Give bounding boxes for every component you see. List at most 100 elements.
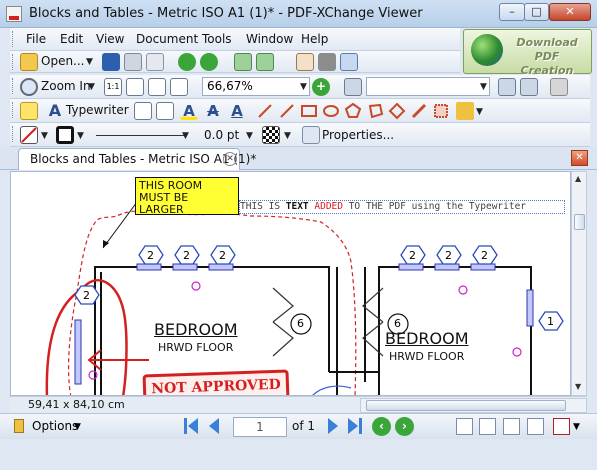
line-width-dropdown-arrow[interactable]: ▼ (246, 131, 253, 141)
search-dropdown-arrow[interactable]: ▼ (480, 82, 487, 92)
fit-width-icon[interactable] (148, 78, 166, 96)
single-page-view-icon[interactable] (456, 418, 473, 435)
print-icon[interactable] (124, 53, 142, 71)
polyline-tool-icon[interactable] (388, 102, 406, 120)
menu-view[interactable]: View (96, 32, 124, 46)
menu-file[interactable]: File (26, 32, 46, 46)
page-number-input[interactable]: 1 (233, 417, 287, 437)
typewriter-part-1: THIS IS (240, 201, 286, 212)
fill-color-dropdown-arrow[interactable]: ▼ (41, 131, 48, 141)
toolbar-grip[interactable] (12, 126, 15, 142)
forward-view-icon[interactable]: › (395, 417, 414, 436)
vertical-scroll-thumb[interactable] (574, 214, 585, 230)
toolbar-grip[interactable] (12, 31, 15, 47)
find-previous-icon[interactable] (498, 78, 516, 96)
toolbar-grip[interactable] (12, 78, 15, 94)
maximize-button[interactable]: □ (524, 3, 549, 21)
stroke-color-icon[interactable] (56, 126, 74, 144)
download-creation-tools-banner[interactable]: Download PDF Creation Tools (463, 29, 592, 91)
zoom-plus-icon[interactable]: + (312, 78, 330, 96)
stamp-tool-icon[interactable] (432, 102, 450, 120)
menu-edit[interactable]: Edit (60, 32, 83, 46)
line-width-value[interactable]: 0.0 pt (204, 128, 239, 142)
zoom-in-button[interactable]: Zoom In (41, 79, 91, 93)
opacity-dropdown-arrow[interactable]: ▼ (284, 131, 291, 141)
fit-visible-icon[interactable] (170, 78, 188, 96)
toolbar-grip[interactable] (12, 54, 15, 70)
close-document-button[interactable]: ✕ (571, 150, 588, 166)
pdf-export-icon[interactable] (553, 418, 570, 435)
tab-close-icon[interactable]: ✕ (223, 152, 237, 166)
zoom-level-combo[interactable]: 66,67% (202, 77, 310, 96)
pencil-tool-icon[interactable] (410, 102, 428, 120)
facing-view-icon[interactable] (503, 418, 520, 435)
highlight-text-icon[interactable]: A (180, 102, 198, 120)
vertical-scrollbar[interactable]: ▲ ▼ (571, 171, 587, 396)
typewriter-annotation[interactable]: THIS IS TEXT ADDED TO THE PDF using the … (239, 200, 565, 214)
menu-window[interactable]: Window (246, 32, 293, 46)
stroke-color-dropdown-arrow[interactable]: ▼ (77, 131, 84, 141)
window-title: Blocks and Tables - Metric ISO A1 (1)* -… (29, 6, 423, 21)
close-window-button[interactable]: ✕ (549, 3, 591, 21)
email-icon[interactable] (146, 53, 164, 71)
scroll-down-arrow-icon[interactable]: ▼ (575, 382, 581, 391)
save-icon[interactable] (102, 53, 120, 71)
zoom-in-dropdown-arrow[interactable]: ▼ (88, 82, 95, 92)
hand-tool-icon[interactable] (296, 53, 314, 71)
search-options-icon[interactable] (550, 78, 568, 96)
arrow-tool-icon[interactable] (256, 102, 274, 120)
find-next-icon[interactable] (520, 78, 538, 96)
rotate-left-icon[interactable] (234, 53, 252, 71)
last-page-icon[interactable] (348, 418, 364, 435)
properties-button[interactable]: Properties... (322, 128, 394, 142)
search-input[interactable] (366, 77, 490, 96)
menu-tools[interactable]: Tools (202, 32, 232, 46)
open-button[interactable]: Open... (41, 54, 85, 68)
horizontal-scrollbar[interactable] (360, 398, 587, 413)
text-box-icon[interactable] (134, 102, 152, 120)
line-style-sample[interactable] (96, 135, 184, 136)
scroll-up-arrow-icon[interactable]: ▲ (575, 174, 581, 183)
line-style-dropdown-arrow[interactable]: ▼ (182, 131, 189, 141)
not-approved-stamp[interactable]: NOT APPROVED (142, 369, 290, 395)
strikeout-text-icon[interactable]: A (204, 102, 222, 120)
line-tool-icon[interactable] (278, 102, 296, 120)
first-page-icon[interactable] (184, 418, 200, 435)
document-view[interactable]: 2 2 2 2 2 2 2 6 6 1 THIS ROOM MUST BE LA… (10, 171, 571, 396)
search-binoculars-icon[interactable] (344, 78, 362, 96)
sticky-note-icon[interactable] (20, 102, 38, 120)
options-button[interactable]: Options ▼ (10, 417, 86, 437)
horizontal-scroll-thumb[interactable] (366, 400, 566, 411)
comment-tools-dropdown-arrow[interactable]: ▼ (476, 107, 483, 117)
select-tool-icon[interactable] (340, 53, 358, 71)
fit-page-icon[interactable] (126, 78, 144, 96)
rectangle-tool-icon[interactable] (300, 102, 318, 120)
previous-page-icon[interactable] (207, 418, 223, 435)
continuous-facing-view-icon[interactable] (527, 418, 544, 435)
menu-help[interactable]: Help (301, 32, 328, 46)
view-dropdown-arrow[interactable]: ▼ (573, 422, 580, 432)
document-tab[interactable]: Blocks and Tables - Metric ISO A1 (1)* ✕ (18, 148, 256, 170)
continuous-view-icon[interactable] (479, 418, 496, 435)
snapshot-camera-icon[interactable] (318, 53, 336, 71)
menu-document[interactable]: Document (136, 32, 198, 46)
next-page-icon[interactable] (326, 418, 342, 435)
minimize-button[interactable]: – (499, 3, 525, 21)
back-view-icon[interactable]: ‹ (372, 417, 391, 436)
fill-color-none-icon[interactable] (20, 126, 38, 144)
oval-tool-icon[interactable] (322, 102, 340, 120)
callout-annotation[interactable]: THIS ROOM MUST BE LARGER (135, 177, 239, 216)
zoom-level-dropdown-arrow[interactable]: ▼ (300, 82, 307, 92)
typewriter-button[interactable]: Typewriter (66, 103, 129, 117)
underline-text-icon[interactable]: A (228, 102, 246, 120)
rotate-right-icon[interactable] (256, 53, 274, 71)
toolbar-grip[interactable] (12, 102, 15, 118)
forward-icon[interactable] (200, 53, 218, 71)
cloud-tool-icon[interactable] (366, 102, 384, 120)
callout-icon[interactable] (156, 102, 174, 120)
polygon-tool-icon[interactable] (344, 102, 362, 120)
opacity-checker-icon[interactable] (262, 126, 280, 144)
back-icon[interactable] (178, 53, 196, 71)
open-dropdown-arrow[interactable]: ▼ (86, 57, 93, 67)
eraser-brush-icon[interactable] (456, 102, 474, 120)
